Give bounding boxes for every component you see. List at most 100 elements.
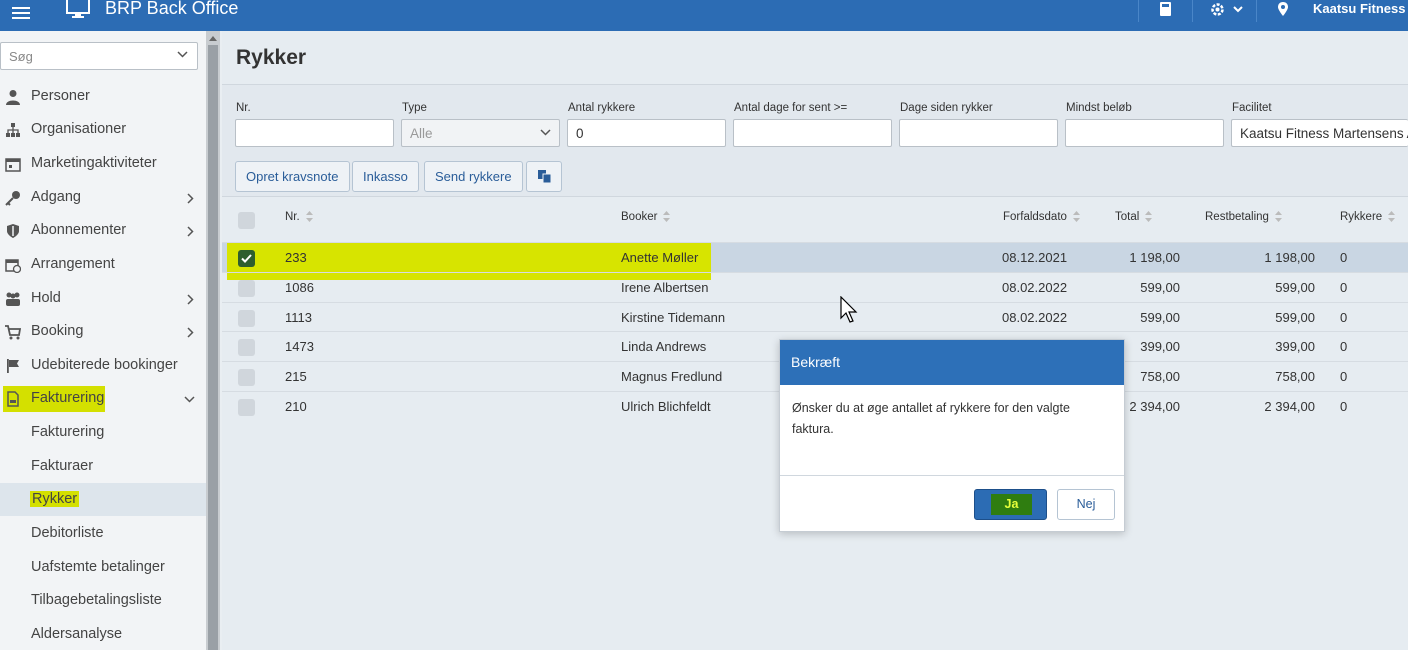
sidebar-item-booking[interactable]: Booking [0,317,206,347]
nr-input[interactable] [235,119,394,147]
yes-button-label: Ja [991,494,1032,515]
checkmark-icon [241,254,252,263]
sort-icon [1145,211,1153,223]
dialog-title: Bekræft [791,354,841,370]
calculator-icon [1160,2,1171,16]
cell-rest: 599,00 [1275,310,1315,325]
chevron-right-icon [187,294,194,305]
sidebar-subitem-label: Rykker [30,491,80,507]
cell-nr: 210 [285,399,307,414]
mouse-cursor-icon [840,296,858,323]
antal-rykkere-input[interactable]: 0 [567,119,726,147]
sidebar-subitem-rykker[interactable]: Rykker [0,483,206,516]
sidebar-subitem-label: Fakturering [31,424,105,440]
opret-kravsnote-button[interactable]: Opret kravsnote [235,161,350,192]
cell-forfald: 08.02.2022 [1002,280,1068,295]
copy-button[interactable] [526,161,562,192]
sidebar-item-fakturering[interactable]: Fakturering [0,384,206,414]
chevron-down-icon [184,396,195,403]
col-rest-label: Restbetaling [1205,211,1269,223]
cell-rykkere: 0 [1340,280,1348,295]
table-row[interactable]: 233 Anette Møller 08.12.2021 1 198,00 1 … [222,242,1408,280]
cell-rest: 599,00 [1275,280,1315,295]
col-restbetaling[interactable]: Restbetaling [1205,211,1282,223]
sidebar-item-organisationer[interactable]: Organisationer [0,115,206,145]
calculator-button[interactable] [1138,0,1192,22]
cell-booker[interactable]: Magnus Fredlund [621,369,722,384]
cell-booker[interactable]: Ulrich Blichfeldt [621,399,711,414]
dialog-header: Bekræft [780,340,1124,385]
inkasso-button[interactable]: Inkasso [352,161,419,192]
cell-rykkere: 0 [1340,339,1348,354]
cell-rykkere: 0 [1340,310,1348,325]
cell-booker[interactable]: Linda Andrews [621,339,706,354]
sidebar-subitem-fakturaer[interactable]: Fakturaer [0,450,206,483]
col-rykkere[interactable]: Rykkere [1340,211,1396,223]
sidebar-item-udebiterede-bookinger[interactable]: Udebiterede bookinger [0,351,206,381]
antal-rykkere-label: Antal rykkere [568,102,636,114]
chevron-right-icon [187,327,194,338]
sidebar-item-label: Personer [31,88,90,104]
sidebar-subitem-aldersanalyse[interactable]: Aldersanalyse [0,618,206,650]
col-total[interactable]: Total [1115,211,1153,223]
sidebar-item-label: Booking [31,323,84,339]
cell-booker[interactable]: Irene Albertsen [621,280,708,295]
table-row[interactable]: 1113 Kirstine Tidemann 08.02.2022 599,00… [222,302,1408,332]
cell-forfald: 08.02.2022 [1002,310,1068,325]
no-button[interactable]: Nej [1057,489,1115,520]
menu-icon[interactable] [12,4,30,20]
col-nr[interactable]: Nr. [285,211,313,223]
table-row[interactable]: 1086 Irene Albertsen 08.02.2022 599,00 5… [222,272,1408,302]
col-booker[interactable]: Booker [621,211,671,223]
col-forfald-label: Forfaldsdato [1003,211,1067,223]
type-label: Type [402,102,427,114]
cell-nr: 1086 [285,280,314,295]
sidebar-subitem-fakturering[interactable]: Fakturering [0,416,206,449]
yes-button[interactable]: Ja [974,489,1047,520]
monitor-icon [66,0,90,18]
sidebar-item-hold[interactable]: Hold [0,284,206,314]
col-booker-label: Booker [621,211,658,223]
col-total-label: Total [1115,211,1140,223]
sidebar-item-personer[interactable]: Personer [0,82,206,112]
type-select[interactable]: Alle [401,119,560,147]
cell-rest: 399,00 [1275,339,1315,354]
cell-booker[interactable]: Anette Møller [621,250,698,265]
mindst-beloeb-label: Mindst beløb [1066,102,1132,114]
sidebar-item-label: Hold [31,290,61,306]
confirm-dialog: Bekræft Ønsker du at øge antallet af ryk… [779,339,1125,532]
settings-dropdown-button[interactable] [1192,0,1256,22]
facilitet-select[interactable]: Kaatsu Fitness Martensens A [1231,119,1408,147]
row-checkbox[interactable] [238,250,255,267]
sidebar-item-arrangement[interactable]: Arrangement [0,250,206,280]
top-bar: BRP Back Office Kaatsu Fitness M [0,0,1408,31]
table-header: Nr. Booker Forfaldsdato Total Restbetali… [222,196,1408,242]
mindst-beloeb-input[interactable] [1065,119,1224,147]
row-checkbox[interactable] [238,369,255,386]
antal-dage-input[interactable] [733,119,892,147]
row-checkbox[interactable] [238,310,255,327]
scroll-up-arrow-icon[interactable] [209,36,217,41]
dage-siden-input[interactable] [899,119,1058,147]
cell-booker[interactable]: Kirstine Tidemann [621,310,725,325]
col-forfaldsdato[interactable]: Forfaldsdato [1003,211,1080,223]
app-title: BRP Back Office [105,0,239,18]
sidebar-item-adgang[interactable]: Adgang [0,183,206,213]
row-checkbox[interactable] [238,339,255,356]
facilitet-label: Facilitet [1232,102,1272,114]
sidebar-scrollbar-thumb[interactable] [208,45,218,650]
sidebar-subitem-debitorliste[interactable]: Debitorliste [0,517,206,550]
person-icon [6,90,20,105]
sidebar-subitem-label: Fakturaer [31,458,94,474]
sidebar-item-abonnementer[interactable]: Abonnementer [0,216,206,246]
search-select[interactable]: Søg [0,42,198,70]
row-checkbox[interactable] [238,399,255,416]
sidebar-subitem-uafstemte-betalinger[interactable]: Uafstemte betalinger [0,551,206,584]
select-all-checkbox[interactable] [238,212,255,229]
send-rykkere-button[interactable]: Send rykkere [424,161,523,192]
row-checkbox[interactable] [238,280,255,297]
cell-rest: 1 198,00 [1264,250,1315,265]
sidebar-item-marketingaktiviteter[interactable]: Marketingaktiviteter [0,149,206,179]
chevron-right-icon [187,193,194,204]
sidebar-subitem-tilbagebetalingsliste[interactable]: Tilbagebetalingsliste [0,584,206,617]
